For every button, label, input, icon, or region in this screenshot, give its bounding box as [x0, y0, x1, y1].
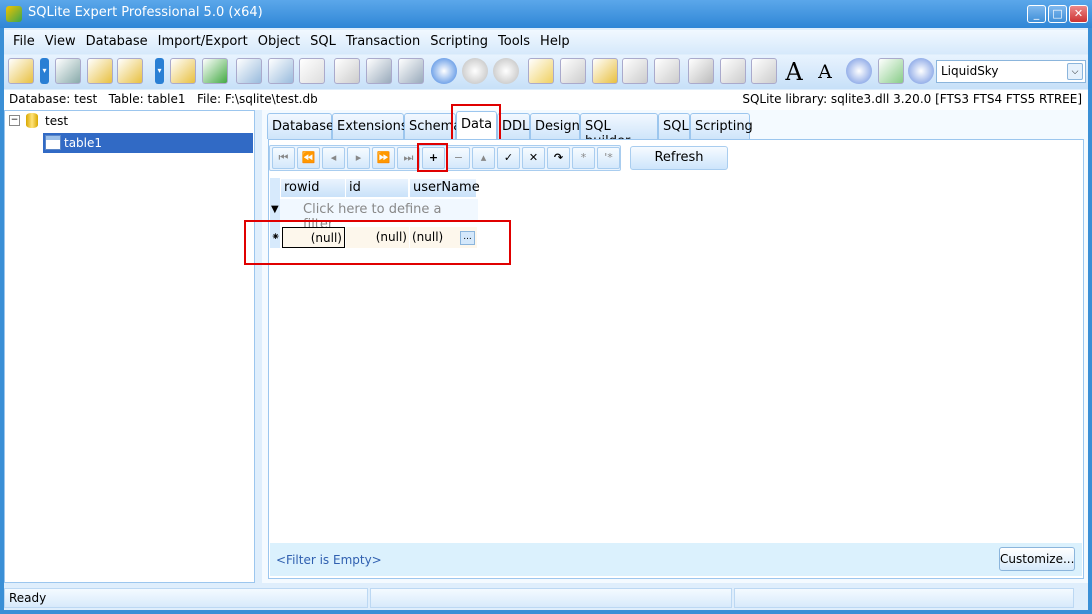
tree-item-table[interactable]: table1 — [64, 136, 102, 150]
prior-page-button[interactable]: ⏪ — [297, 147, 320, 169]
database-info: Database: test Table: table1 File: F:\sq… — [9, 92, 318, 106]
design-table-icon[interactable] — [55, 58, 81, 84]
font-decrease-icon[interactable]: A — [812, 58, 838, 84]
dropdown-icon[interactable]: ▾ — [40, 58, 49, 84]
column-header-rowid[interactable]: rowid — [280, 178, 346, 198]
set-bookmark-button[interactable]: * — [572, 147, 595, 169]
previous-icon[interactable] — [493, 58, 519, 84]
cancel-edit-button[interactable]: ✕ — [522, 147, 545, 169]
menu-object[interactable]: Object — [253, 30, 305, 54]
download-icon[interactable] — [878, 58, 904, 84]
theme-value: LiquidSky — [941, 64, 999, 78]
delete-record-button[interactable]: − — [447, 147, 470, 169]
script-edit-icon[interactable] — [560, 58, 586, 84]
tab-database[interactable]: Database — [267, 113, 334, 139]
commit-icon[interactable] — [366, 58, 392, 84]
next-icon[interactable] — [462, 58, 488, 84]
menu-view[interactable]: View — [40, 30, 81, 54]
tab-sql-builder[interactable]: SQL builder — [580, 113, 658, 149]
filter-row[interactable]: Click here to define a filter — [280, 199, 478, 232]
play-icon[interactable] — [431, 58, 457, 84]
menu-transaction[interactable]: Transaction — [341, 30, 425, 54]
settings-icon[interactable] — [688, 58, 714, 84]
app-logo-icon — [6, 6, 22, 22]
copy-icon[interactable] — [720, 58, 746, 84]
tab-ddl[interactable]: DDL — [497, 113, 530, 139]
toolbar: ▾ ▾ A A — [4, 55, 1088, 89]
tab-sql[interactable]: SQL — [658, 113, 690, 139]
script-run-icon[interactable] — [592, 58, 618, 84]
menu-sql[interactable]: SQL — [305, 30, 341, 54]
status-text: Ready — [4, 588, 368, 608]
filter-status[interactable]: <Filter is Empty> — [276, 553, 382, 567]
script-save-icon[interactable] — [622, 58, 648, 84]
menu-file[interactable]: File — [8, 30, 40, 54]
maximize-button[interactable]: □ — [1048, 5, 1067, 23]
prior-record-button[interactable]: ◂ — [322, 147, 345, 169]
new-table-icon[interactable] — [236, 58, 262, 84]
collapse-toggle[interactable]: − — [9, 115, 20, 126]
help-icon[interactable] — [846, 58, 872, 84]
database-tree[interactable]: − test table1 — [4, 110, 255, 583]
info-icon[interactable] — [908, 58, 934, 84]
menu-database[interactable]: Database — [81, 30, 153, 54]
script-save-as-icon[interactable] — [654, 58, 680, 84]
sql-editor-icon[interactable] — [334, 58, 360, 84]
theme-select[interactable]: LiquidSky ⌵ — [936, 60, 1086, 83]
post-edit-button[interactable]: ✓ — [497, 147, 520, 169]
new-view-icon[interactable] — [299, 58, 325, 84]
attach-database-icon[interactable] — [170, 58, 196, 84]
database-settings-icon[interactable] — [87, 58, 113, 84]
execute-icon[interactable] — [398, 58, 424, 84]
highlight-box — [417, 143, 448, 172]
database-icon — [26, 113, 38, 128]
next-record-button[interactable]: ▸ — [347, 147, 370, 169]
tab-schema[interactable]: Schema — [404, 113, 461, 139]
edit-table-icon[interactable] — [268, 58, 294, 84]
column-header-username[interactable]: userName — [409, 178, 480, 198]
tree-item-database[interactable]: test — [45, 114, 68, 128]
close-button[interactable]: ✕ — [1069, 5, 1088, 23]
chevron-down-icon[interactable]: ⌵ — [1067, 63, 1083, 80]
goto-bookmark-button[interactable]: '* — [597, 147, 620, 169]
refresh-data-button[interactable]: ↷ — [547, 147, 570, 169]
customize-button[interactable]: Customize... — [999, 547, 1075, 571]
table-icon — [45, 135, 61, 150]
tab-design[interactable]: Design — [530, 113, 580, 139]
menu-tools[interactable]: Tools — [493, 30, 535, 54]
menu-import-export[interactable]: Import/Export — [153, 30, 253, 54]
font-increase-icon[interactable]: A — [781, 58, 807, 86]
info-bar: Database: test Table: table1 File: F:\sq… — [4, 90, 1088, 110]
new-database-icon[interactable] — [8, 58, 34, 84]
sqlite-library-info: SQLite library: sqlite3.dll 3.20.0 [FTS3… — [742, 92, 1082, 106]
first-record-button[interactable]: ⏮ — [272, 147, 295, 169]
highlight-box — [244, 220, 511, 265]
dropdown-icon[interactable]: ▾ — [155, 58, 164, 84]
filter-icon: ▼ — [271, 204, 279, 215]
tab-extensions[interactable]: Extensions — [332, 113, 408, 139]
window-title: SQLite Expert Professional 5.0 (x64) — [28, 5, 263, 20]
next-page-button[interactable]: ⏩ — [372, 147, 395, 169]
edit-record-button[interactable]: ▴ — [472, 147, 495, 169]
paste-icon[interactable] — [751, 58, 777, 84]
menu-help[interactable]: Help — [535, 30, 575, 54]
import-table-icon[interactable] — [202, 58, 228, 84]
menu-scripting[interactable]: Scripting — [425, 30, 493, 54]
status-panel — [370, 588, 732, 608]
status-bar: Ready — [4, 586, 1088, 610]
highlight-box — [451, 104, 501, 141]
menu-bar: File View Database Import/Export Object SQL Tr… — [4, 30, 1088, 54]
tab-scripting[interactable]: Scripting — [690, 113, 753, 139]
minimize-button[interactable]: _ — [1027, 5, 1046, 23]
refresh-button[interactable]: Refresh — [630, 146, 728, 170]
filter-bar: <Filter is Empty> Customize... — [270, 543, 1082, 576]
save-database-icon[interactable] — [117, 58, 143, 84]
status-panel — [734, 588, 1074, 608]
script-icon[interactable] — [528, 58, 554, 84]
column-header-id[interactable]: id — [345, 178, 409, 198]
